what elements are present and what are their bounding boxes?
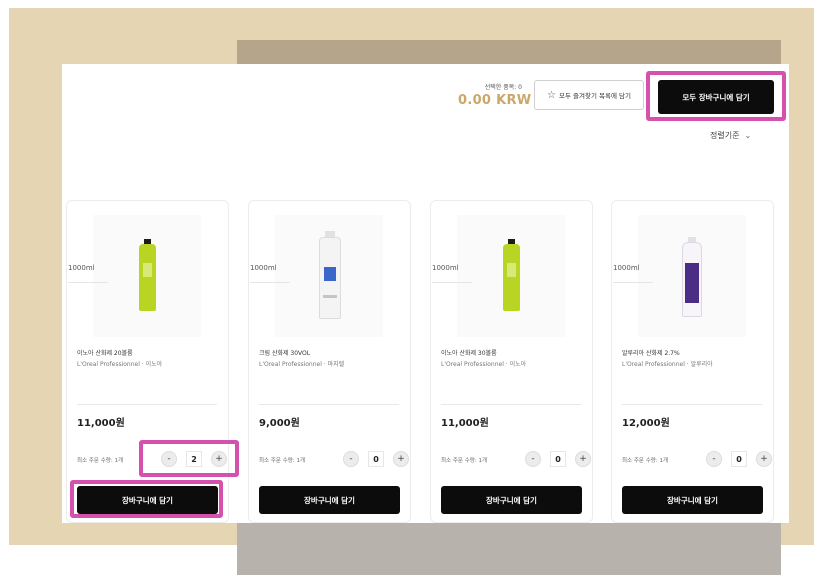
plus-icon: + bbox=[215, 453, 223, 464]
product-image[interactable] bbox=[93, 215, 201, 337]
backdrop-gray-top bbox=[237, 40, 781, 64]
lime-developer-bottle-icon bbox=[503, 239, 520, 311]
product-list-panel: 선택한 품목: 0 0.00 KRW ☆ 모두 즐겨찾기 목록에 담기 모두 장… bbox=[62, 64, 789, 523]
add-to-cart-button[interactable]: 장바구니에 담기 bbox=[622, 486, 763, 514]
product-card[interactable]: 1000ml 알루리아 산화제 2.7% L'Oreal Professionn… bbox=[611, 200, 774, 523]
minus-icon: - bbox=[349, 453, 353, 464]
decrease-quantity-button[interactable]: - bbox=[161, 451, 177, 467]
product-price: 11,000원 bbox=[77, 418, 125, 429]
add-to-cart-button[interactable]: 장바구니에 담기 bbox=[77, 486, 218, 514]
product-name[interactable]: 알루리아 산화제 2.7% bbox=[622, 348, 680, 357]
product-image[interactable] bbox=[638, 215, 746, 337]
product-name[interactable]: 이노아 산화제 20볼륨 bbox=[77, 348, 133, 357]
decrease-quantity-button[interactable]: - bbox=[706, 451, 722, 467]
minus-icon: - bbox=[712, 453, 716, 464]
selected-items-label: 선택한 품목: 0 bbox=[484, 84, 522, 91]
quantity-stepper: - 0 + bbox=[523, 449, 593, 469]
minus-icon: - bbox=[531, 453, 535, 464]
min-order-quantity: 최소 주문 수량: 1개 bbox=[622, 458, 669, 464]
increase-quantity-button[interactable]: + bbox=[575, 451, 591, 467]
product-name[interactable]: 이노아 산화제 30볼륨 bbox=[441, 348, 497, 357]
minus-icon: - bbox=[167, 453, 171, 464]
sort-dropdown[interactable]: 정렬기준 ⌄ bbox=[710, 130, 751, 141]
decrease-quantity-button[interactable]: - bbox=[525, 451, 541, 467]
lime-developer-bottle-icon bbox=[139, 239, 156, 311]
add-all-to-favorites-label: 모두 즐겨찾기 목록에 담기 bbox=[558, 92, 631, 100]
quantity-input[interactable]: 0 bbox=[368, 451, 384, 467]
product-brand: L'Oreal Professionnel · 이노아 bbox=[441, 361, 527, 368]
plus-icon: + bbox=[760, 453, 768, 464]
min-order-quantity: 최소 주문 수량: 1개 bbox=[441, 458, 488, 464]
quantity-input[interactable]: 0 bbox=[731, 451, 747, 467]
min-order-quantity: 최소 주문 수량: 1개 bbox=[77, 458, 124, 464]
product-brand: L'Oreal Professionnel · 알루리아 bbox=[622, 361, 713, 368]
star-add-icon: ☆ bbox=[547, 89, 556, 101]
product-price: 9,000원 bbox=[259, 418, 300, 429]
decrease-quantity-button[interactable]: - bbox=[343, 451, 359, 467]
product-volume: 1000ml bbox=[68, 264, 95, 272]
min-order-quantity: 최소 주문 수량: 1개 bbox=[259, 458, 306, 464]
quantity-stepper: - 0 + bbox=[341, 449, 411, 469]
product-price: 12,000원 bbox=[622, 418, 670, 429]
product-volume: 1000ml bbox=[613, 264, 640, 272]
plus-icon: + bbox=[397, 453, 405, 464]
product-price: 11,000원 bbox=[441, 418, 489, 429]
product-image[interactable] bbox=[457, 215, 565, 337]
add-all-to-cart-button[interactable]: 모두 장바구니에 담기 bbox=[658, 80, 774, 114]
product-volume: 1000ml bbox=[250, 264, 277, 272]
add-to-cart-button[interactable]: 장바구니에 담기 bbox=[441, 486, 582, 514]
product-card[interactable]: 1000ml 이노아 산화제 20볼륨 L'Oreal Professionne… bbox=[66, 200, 229, 523]
product-brand: L'Oreal Professionnel · 이노아 bbox=[77, 361, 163, 368]
selected-total: 0.00 KRW bbox=[458, 93, 532, 108]
selection-summary: 선택한 품목: 0 0.00 KRW bbox=[458, 82, 532, 108]
quantity-stepper: - 0 + bbox=[704, 449, 774, 469]
add-all-to-favorites-button[interactable]: ☆ 모두 즐겨찾기 목록에 담기 bbox=[534, 80, 644, 110]
list-toolbar: 선택한 품목: 0 0.00 KRW ☆ 모두 즐겨찾기 목록에 담기 모두 장… bbox=[62, 64, 789, 134]
increase-quantity-button[interactable]: + bbox=[756, 451, 772, 467]
increase-quantity-button[interactable]: + bbox=[393, 451, 409, 467]
add-to-cart-button[interactable]: 장바구니에 담기 bbox=[259, 486, 400, 514]
product-volume: 1000ml bbox=[432, 264, 459, 272]
quantity-input[interactable]: 0 bbox=[550, 451, 566, 467]
quantity-stepper: - 2 + bbox=[159, 449, 229, 469]
product-card[interactable]: 1000ml 크림 산화제 30VOL L'Oreal Professionne… bbox=[248, 200, 411, 523]
white-purple-developer-bottle-icon bbox=[682, 237, 702, 317]
product-image[interactable] bbox=[275, 215, 383, 337]
product-card[interactable]: 1000ml 이노아 산화제 30볼륨 L'Oreal Professionne… bbox=[430, 200, 593, 523]
sort-label: 정렬기준 bbox=[710, 131, 740, 140]
increase-quantity-button[interactable]: + bbox=[211, 451, 227, 467]
quantity-input[interactable]: 2 bbox=[186, 451, 202, 467]
chevron-down-icon: ⌄ bbox=[744, 131, 752, 140]
product-name[interactable]: 크림 산화제 30VOL bbox=[259, 348, 310, 357]
backdrop-gray-bottom bbox=[237, 523, 781, 575]
white-developer-bottle-icon bbox=[319, 231, 341, 319]
plus-icon: + bbox=[579, 453, 587, 464]
product-brand: L'Oreal Professionnel · 마지렐 bbox=[259, 361, 345, 368]
